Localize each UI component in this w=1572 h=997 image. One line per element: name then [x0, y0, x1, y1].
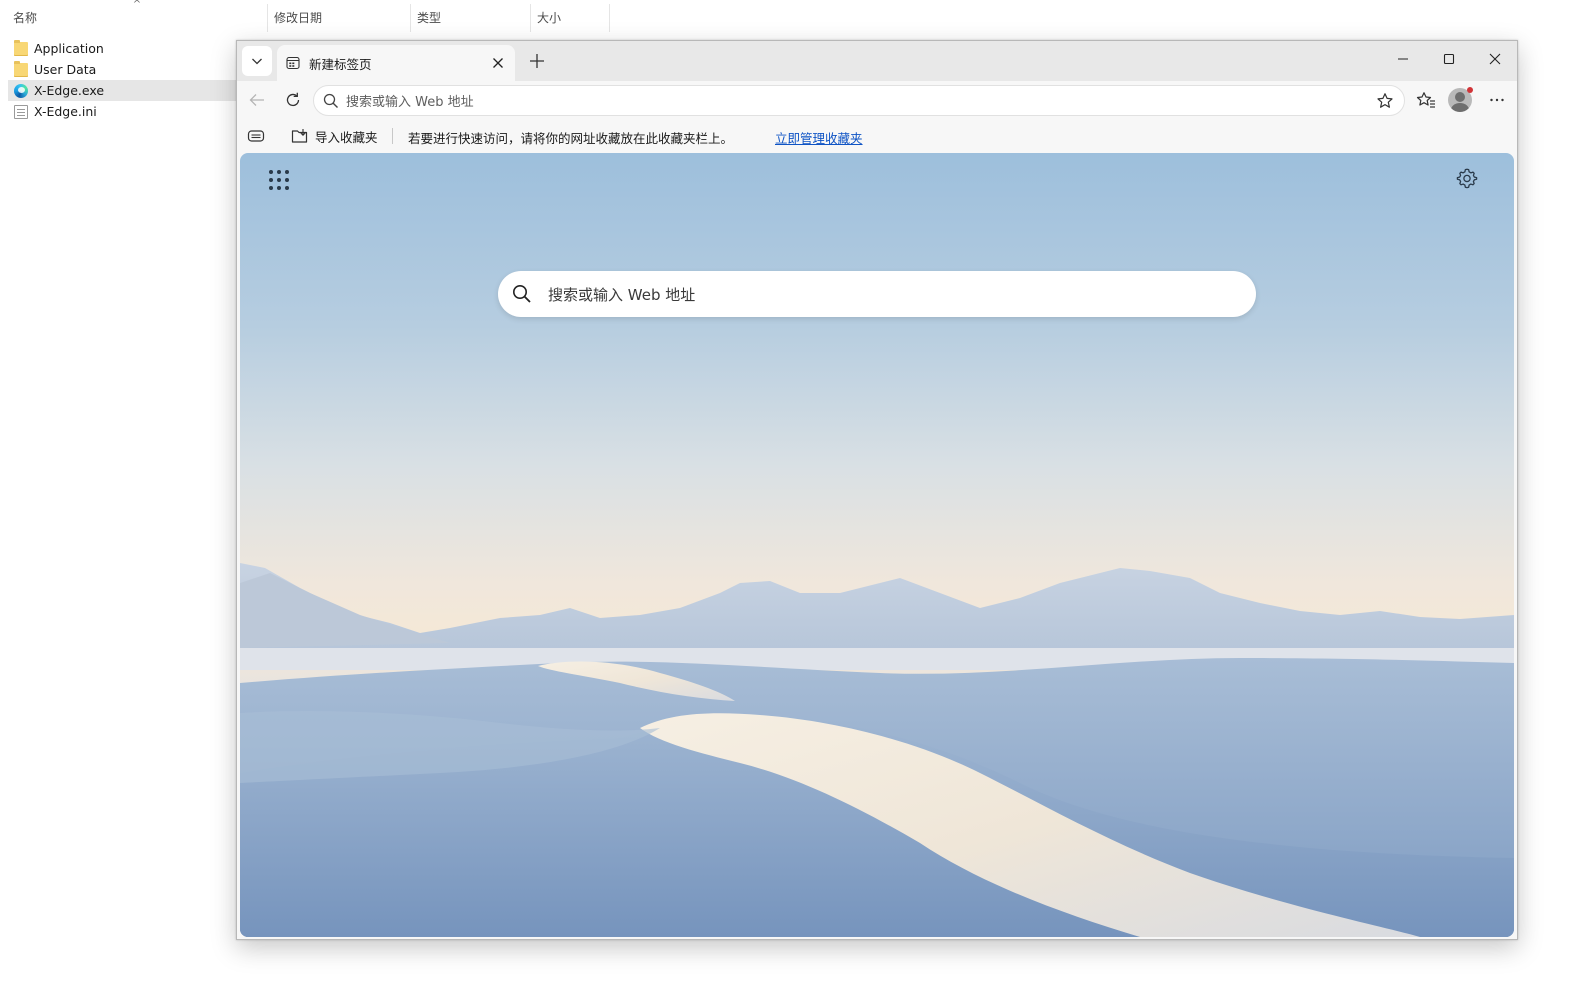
column-modified[interactable]: 修改日期: [274, 10, 322, 30]
file-name: Application: [34, 41, 104, 56]
star-icon: [1377, 92, 1393, 108]
column-size[interactable]: 大小: [537, 10, 561, 30]
new-tab-search-box[interactable]: 搜索或输入 Web 地址: [498, 271, 1256, 317]
maximize-icon: [1443, 53, 1455, 65]
folder-icon: [14, 60, 28, 77]
close-icon: [1489, 53, 1501, 65]
close-window-button[interactable]: [1472, 41, 1518, 77]
new-tab-search-placeholder: 搜索或输入 Web 地址: [548, 285, 696, 304]
column-type[interactable]: 类型: [417, 10, 441, 30]
tab-close-button[interactable]: [487, 52, 509, 74]
more-horizontal-icon: [1490, 98, 1504, 102]
new-tab-page: 搜索或输入 Web 地址: [240, 153, 1514, 937]
favorites-divider: [392, 128, 393, 144]
notification-dot: [1467, 87, 1473, 93]
favorites-star-list-icon: [1416, 92, 1435, 108]
gear-icon: [1456, 168, 1478, 189]
sort-ascending-icon: ^: [132, 0, 142, 10]
favorites-bar: 导入收藏夹 若要进行快速访问，请将你的网址收藏放在此收藏夹栏上。 立即管理收藏夹: [237, 119, 1517, 153]
address-bar-placeholder: 搜索或输入 Web 地址: [346, 95, 474, 110]
plus-icon: [530, 54, 544, 68]
minimize-icon: [1398, 58, 1408, 60]
import-favorites-button[interactable]: 导入收藏夹: [291, 125, 378, 147]
edge-app-icon: [14, 83, 28, 98]
import-favorites-label: 导入收藏夹: [315, 129, 378, 145]
new-tab-button[interactable]: [523, 47, 551, 75]
refresh-icon: [286, 92, 300, 107]
tab-new-tab[interactable]: 新建标签页: [277, 45, 515, 81]
explorer-column-header: 名称 ^ 修改日期 类型 大小: [0, 0, 620, 36]
refresh-button[interactable]: [278, 85, 308, 115]
page-settings-button[interactable]: [1453, 164, 1481, 192]
app-launcher-button[interactable]: [268, 166, 290, 194]
favorites-button[interactable]: [1411, 85, 1441, 115]
column-divider[interactable]: [267, 4, 268, 32]
file-item-x-edge-exe[interactable]: X-Edge.exe: [8, 80, 238, 101]
import-folder-icon: [291, 129, 308, 143]
file-name: User Data: [34, 62, 97, 77]
back-button[interactable]: [242, 85, 272, 115]
column-divider[interactable]: [609, 4, 610, 32]
search-icon: [322, 92, 340, 110]
column-name[interactable]: 名称: [13, 10, 37, 30]
column-divider[interactable]: [410, 4, 411, 32]
minimize-button[interactable]: [1380, 41, 1426, 77]
file-list: Application User Data X-Edge.exe X-Edge.…: [8, 38, 238, 122]
file-item-application[interactable]: Application: [8, 38, 238, 59]
favorites-bar-icon[interactable]: [247, 128, 265, 144]
manage-favorites-link[interactable]: 立即管理收藏夹: [775, 128, 863, 147]
settings-and-more-button[interactable]: [1482, 85, 1512, 115]
tab-strip: 新建标签页: [237, 41, 1517, 81]
file-name: X-Edge.ini: [34, 104, 97, 119]
file-item-user-data[interactable]: User Data: [8, 59, 238, 80]
column-divider[interactable]: [530, 4, 531, 32]
tab-title: 新建标签页: [309, 56, 372, 72]
browser-window: 新建标签页 搜索或输入 Web 地址 导入收藏夹 若要进行快速访问，请将你的网址…: [236, 40, 1518, 940]
tab-actions-button[interactable]: [242, 46, 272, 76]
address-bar[interactable]: 搜索或输入 Web 地址: [313, 85, 1405, 116]
file-name: X-Edge.exe: [34, 83, 105, 98]
app-grid-icon: [269, 170, 289, 190]
new-tab-page-icon: [285, 55, 301, 71]
close-icon: [493, 58, 503, 68]
search-icon: [512, 284, 532, 304]
favorites-hint-text: 若要进行快速访问，请将你的网址收藏放在此收藏夹栏上。: [408, 131, 734, 146]
maximize-button[interactable]: [1426, 41, 1472, 77]
file-item-x-edge-ini[interactable]: X-Edge.ini: [8, 101, 238, 122]
navigation-toolbar: 搜索或输入 Web 地址: [237, 81, 1517, 119]
back-arrow-icon: [249, 94, 264, 106]
add-to-favorites-button[interactable]: [1372, 88, 1398, 114]
ini-file-icon: [14, 104, 28, 119]
chevron-down-icon: [252, 58, 262, 65]
folder-icon: [14, 39, 28, 56]
